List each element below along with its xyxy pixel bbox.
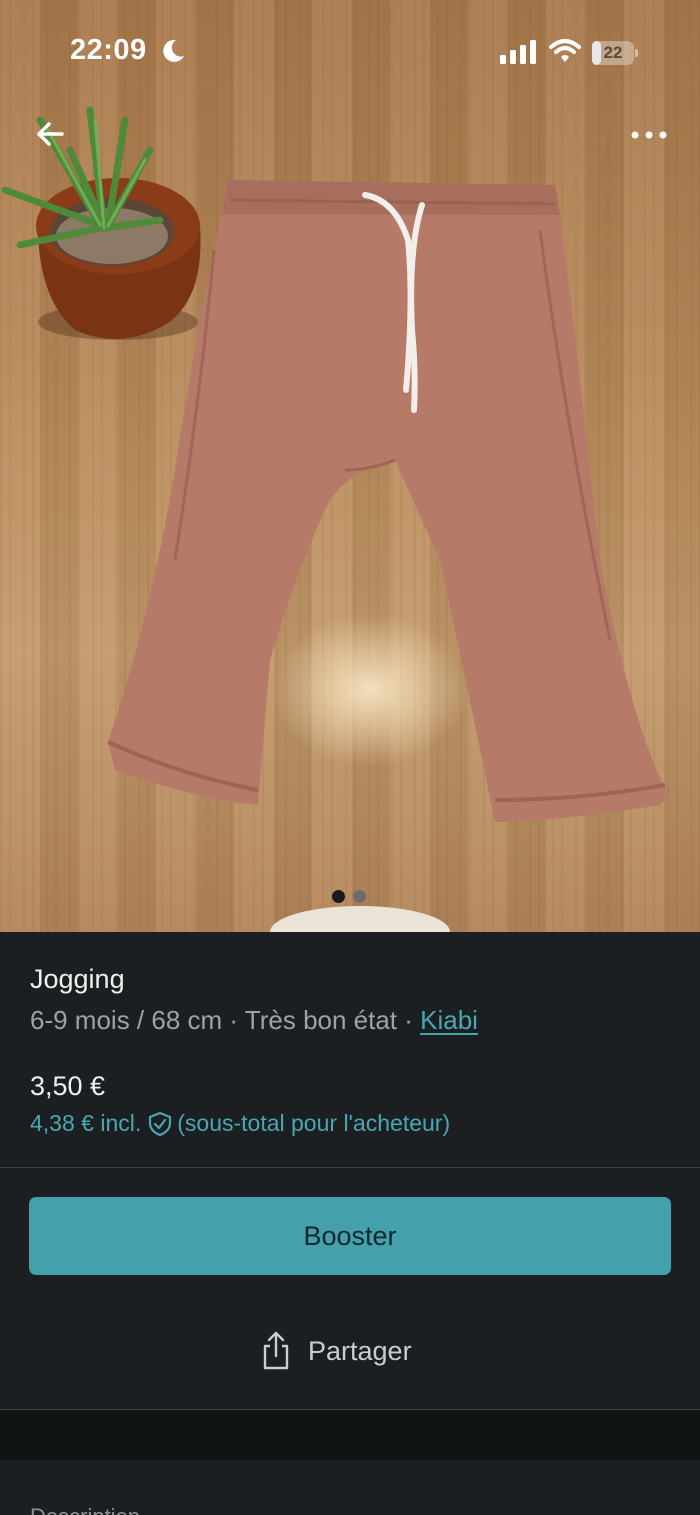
carousel-dot-1[interactable] <box>332 890 345 903</box>
product-image <box>1 106 668 932</box>
item-meta: 6-9 mois / 68 cm · Très bon état · Kiabi <box>30 1005 478 1036</box>
status-time: 22:09 <box>70 34 147 66</box>
moon-icon <box>163 39 184 62</box>
product-photo[interactable]: 22:09 22 <box>0 0 700 932</box>
wifi-icon <box>549 39 581 62</box>
more-options-button[interactable] <box>622 114 676 158</box>
item-price: 3,50 € <box>30 1071 106 1101</box>
item-details: Jogging 6-9 mois / 68 cm · Très bon état… <box>0 932 700 1168</box>
rug-image <box>270 906 450 932</box>
cellular-signal-icon <box>500 40 536 64</box>
booster-button[interactable]: Booster <box>29 1197 671 1275</box>
back-button[interactable] <box>28 112 72 156</box>
share-button[interactable]: Partager <box>260 1326 412 1376</box>
shield-check-icon <box>149 1111 172 1136</box>
buyer-price-note: (sous-total pour l'acheteur) <box>177 1110 451 1136</box>
section-gap <box>0 1410 700 1460</box>
item-size-condition: 6-9 mois / 68 cm · Très bon état · <box>30 1005 421 1035</box>
carousel-indicator <box>332 890 372 904</box>
battery-level: 22 <box>603 43 623 62</box>
carousel-dot-2[interactable] <box>353 890 366 903</box>
share-label: Partager <box>308 1335 412 1366</box>
description-section: Description <box>0 1460 700 1515</box>
brand-link[interactable]: Kiabi <box>420 1005 478 1035</box>
arrow-left-icon <box>37 122 64 146</box>
more-horizontal-icon <box>631 131 667 139</box>
description-heading: Description <box>30 1504 140 1515</box>
share-icon <box>263 1331 289 1370</box>
buyer-price-info[interactable]: 4,38 € incl. (sous-total pour l'acheteur… <box>30 1110 450 1137</box>
battery-icon: 22 <box>592 41 638 65</box>
item-actions: Booster Partager <box>0 1168 700 1410</box>
buyer-price: 4,38 € incl. <box>30 1110 142 1136</box>
item-title: Jogging <box>30 964 125 994</box>
status-bar: 22:09 22 <box>0 0 700 104</box>
